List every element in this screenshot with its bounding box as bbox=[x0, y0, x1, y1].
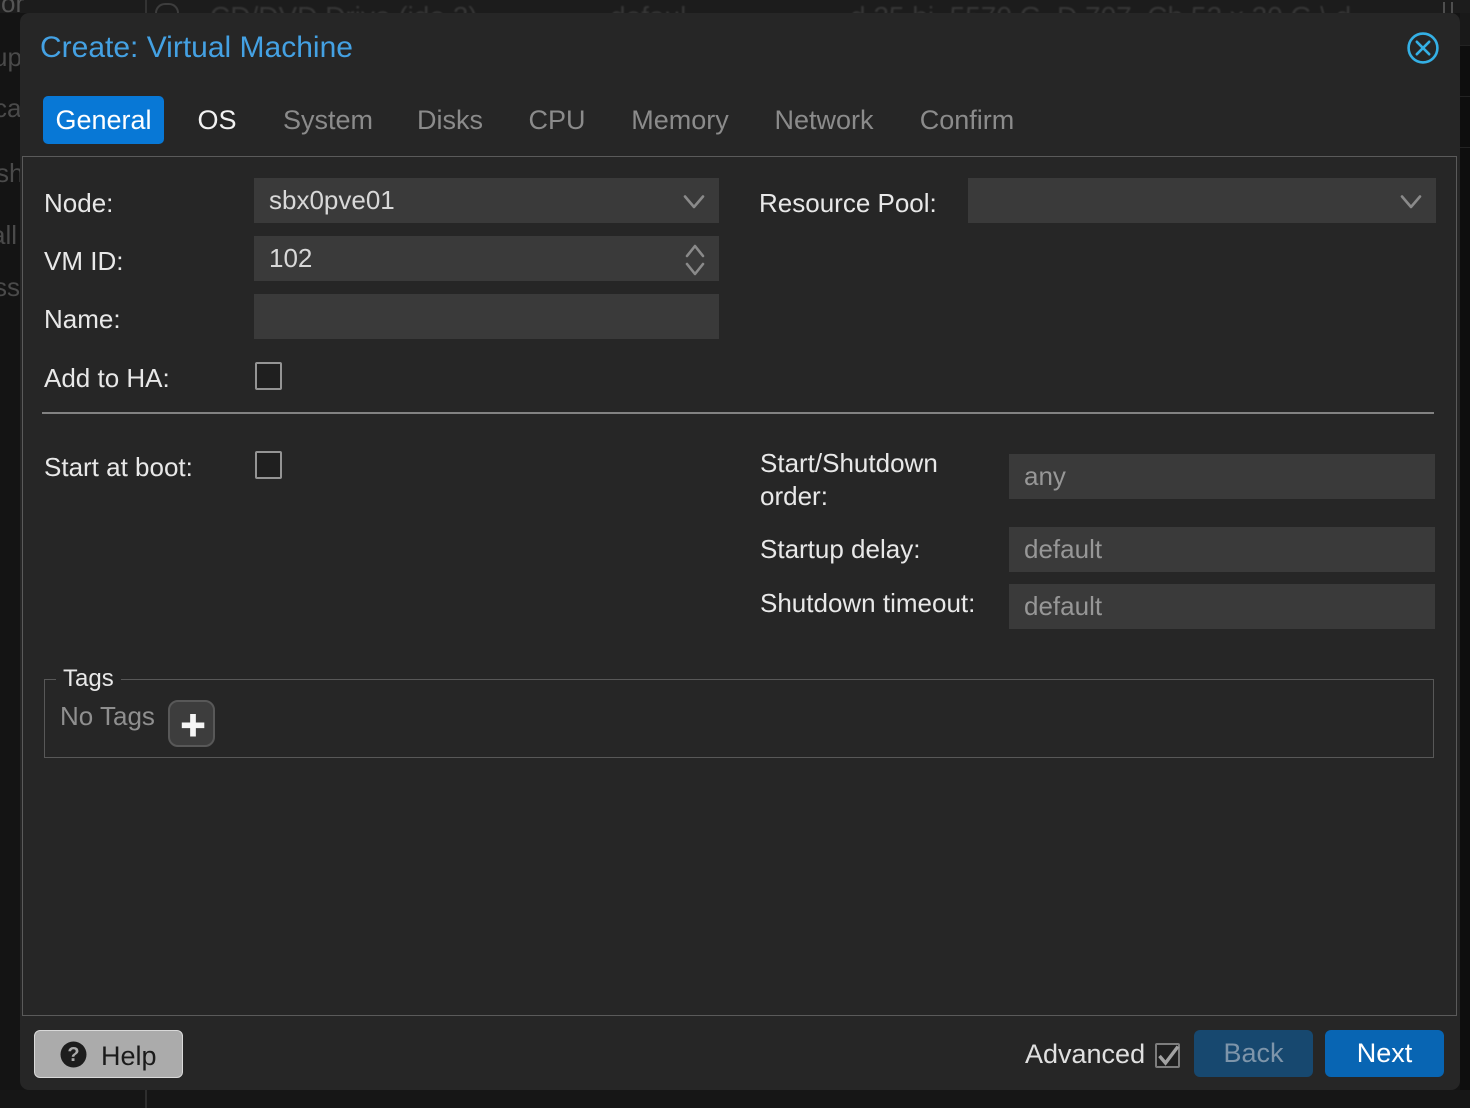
svg-text:?: ? bbox=[67, 1044, 79, 1066]
